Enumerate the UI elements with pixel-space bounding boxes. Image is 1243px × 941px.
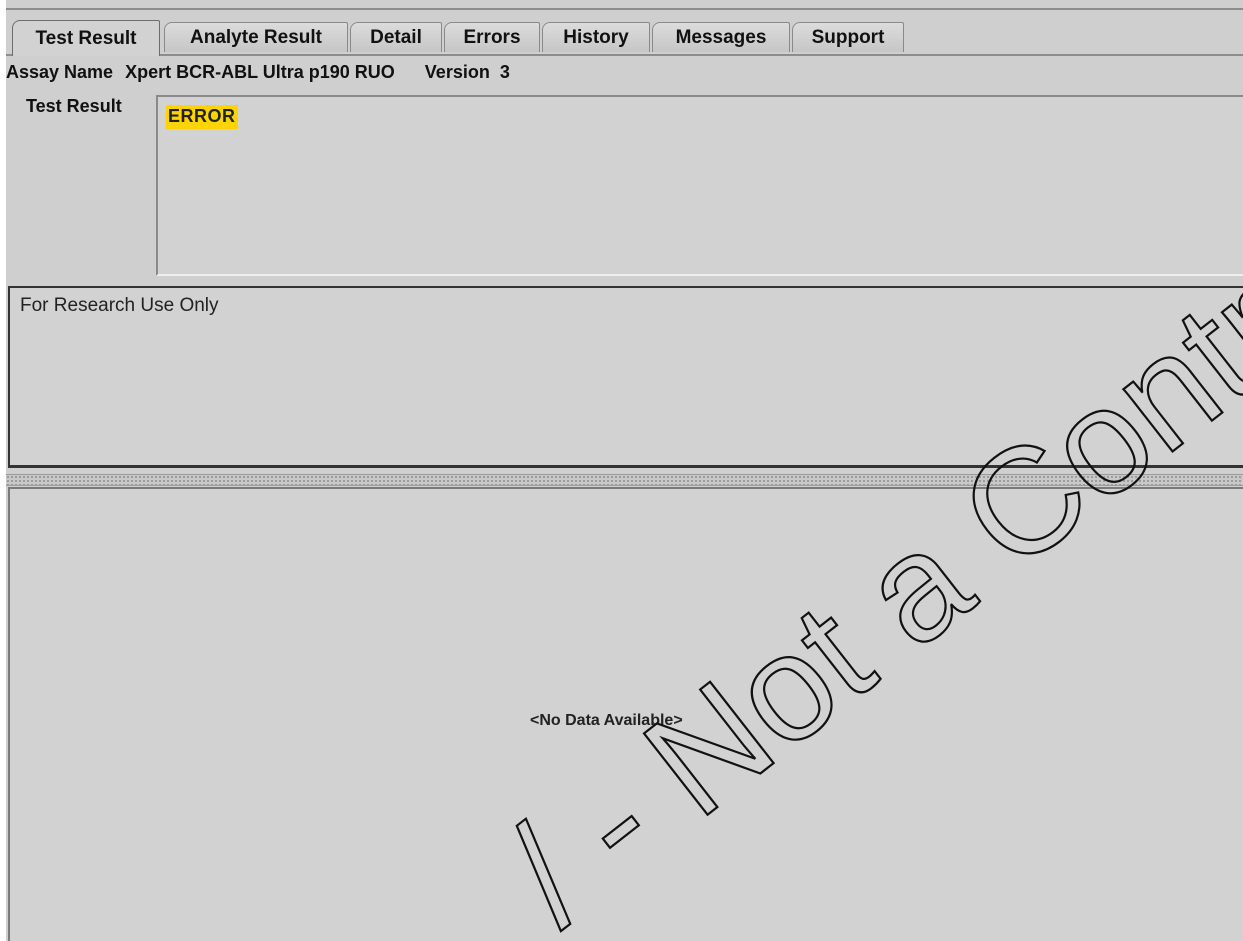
research-use-notice-box: For Research Use Only <box>8 286 1243 468</box>
tab-analyte-result[interactable]: Analyte Result <box>164 22 348 52</box>
assay-info-row: Assay Name Xpert BCR-ABL Ultra p190 RUO … <box>6 57 510 87</box>
result-view-window: Test Result Analyte Result Detail Errors… <box>6 0 1243 941</box>
tab-history[interactable]: History <box>542 22 650 52</box>
split-pane-divider[interactable] <box>6 474 1243 486</box>
test-result-label: Test Result <box>26 96 122 116</box>
test-result-value: ERROR <box>166 105 238 129</box>
assay-name-value: Xpert BCR-ABL Ultra p190 RUO <box>125 61 395 82</box>
research-use-notice-text: For Research Use Only <box>20 295 219 316</box>
assay-name-label: Assay Name <box>6 61 114 82</box>
version-label: Version <box>424 61 490 82</box>
tab-detail[interactable]: Detail <box>350 22 442 52</box>
tab-bar: Test Result Analyte Result Detail Errors… <box>6 10 1243 56</box>
tab-test-result[interactable]: Test Result <box>12 20 160 56</box>
tab-messages[interactable]: Messages <box>652 22 790 52</box>
tab-errors[interactable]: Errors <box>444 22 540 52</box>
lower-data-panel: <No Data Available> <box>8 487 1243 941</box>
tab-support[interactable]: Support <box>792 22 904 52</box>
test-result-field: ERROR <box>156 95 1243 276</box>
version-value: 3 <box>499 61 510 82</box>
tab-baseline <box>6 54 1243 56</box>
no-data-message: <No Data Available> <box>530 712 683 729</box>
